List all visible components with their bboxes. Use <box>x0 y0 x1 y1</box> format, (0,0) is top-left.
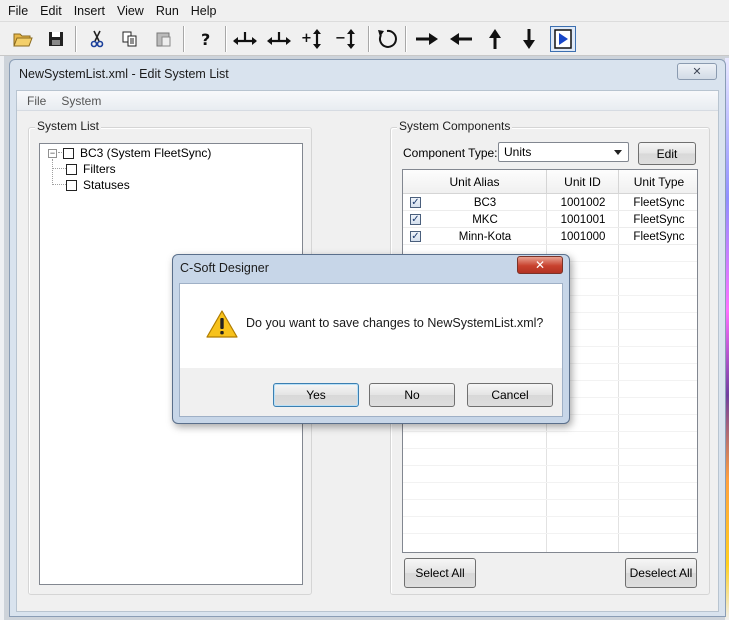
system-list-label: System List <box>35 119 102 133</box>
arrow-down-icon[interactable] <box>516 26 542 52</box>
menu-insert[interactable]: Insert <box>70 4 113 18</box>
svg-text:+: + <box>301 31 312 46</box>
cell-unit-id: 1001000 <box>560 230 606 243</box>
tree-node-root[interactable]: − BC3 (System FleetSync) <box>48 145 211 161</box>
no-button[interactable]: No <box>369 383 455 407</box>
dialog-message: Do you want to save changes to NewSystem… <box>246 316 544 330</box>
collapse-icon[interactable]: − <box>48 148 57 158</box>
edit-window-close-button[interactable]: ✕ <box>677 63 717 80</box>
svg-text:?: ? <box>201 30 210 48</box>
cell-unit-type: FleetSync <box>633 196 685 209</box>
table-row[interactable]: ✓ Minn-Kota 1001000 FleetSync <box>403 228 697 245</box>
edit-window-menubar: File System <box>17 91 718 111</box>
menu-run[interactable]: Run <box>152 4 187 18</box>
tree-node-label: BC3 (System FleetSync) <box>80 146 212 160</box>
expand-horizontal-icon[interactable] <box>232 26 258 52</box>
cut-scissors-icon[interactable] <box>84 26 110 52</box>
paste-icon[interactable] <box>151 26 177 52</box>
expand-vertical-icon[interactable]: + <box>301 26 327 52</box>
main-menubar: File Edit Insert View Run Help <box>0 0 729 22</box>
tree-node-label: Filters <box>83 162 116 176</box>
shrink-horizontal-icon[interactable] <box>266 26 292 52</box>
help-question-icon[interactable]: ? <box>192 26 218 52</box>
tree-node-statuses[interactable]: Statuses <box>66 177 130 193</box>
deselect-all-button[interactable]: Deselect All <box>625 558 697 588</box>
warning-icon <box>206 310 238 338</box>
menu-help[interactable]: Help <box>187 4 225 18</box>
tree-node-checkbox[interactable] <box>63 147 74 159</box>
table-row[interactable]: ✓ MKC 1001001 FleetSync <box>403 211 697 228</box>
edit-button[interactable]: Edit <box>638 142 696 165</box>
cell-unit-type: FleetSync <box>633 213 685 226</box>
chevron-down-icon <box>614 150 622 155</box>
column-header-unit-id[interactable]: Unit ID <box>547 170 619 194</box>
arrow-left-icon[interactable] <box>448 26 474 52</box>
component-type-select[interactable]: Units <box>498 142 629 162</box>
edit-menu-system[interactable]: System <box>53 94 108 108</box>
table-row[interactable]: ✓ BC3 1001002 FleetSync <box>403 194 697 211</box>
close-icon: ✕ <box>692 66 702 78</box>
shrink-vertical-icon[interactable]: − <box>335 26 361 52</box>
arrow-up-icon[interactable] <box>482 26 508 52</box>
cell-unit-type: FleetSync <box>633 230 685 243</box>
dialog-title: C-Soft Designer <box>180 261 269 275</box>
row-checkbox[interactable]: ✓ <box>410 214 421 225</box>
column-header-unit-alias[interactable]: Unit Alias <box>403 170 547 194</box>
component-type-label: Component Type: <box>403 146 498 160</box>
arrow-right-icon[interactable] <box>414 26 440 52</box>
svg-text:−: − <box>335 31 346 46</box>
save-changes-dialog: C-Soft Designer ✕ Do you want to save ch… <box>172 254 570 424</box>
cell-unit-alias: MKC <box>472 213 498 226</box>
cancel-button[interactable]: Cancel <box>467 383 553 407</box>
dialog-message-area: Do you want to save changes to NewSystem… <box>180 284 562 368</box>
edit-menu-file[interactable]: File <box>19 94 53 108</box>
yes-button[interactable]: Yes <box>273 383 359 407</box>
tree-node-checkbox[interactable] <box>66 179 77 191</box>
cell-unit-alias: Minn-Kota <box>458 230 512 243</box>
copy-icon[interactable] <box>117 26 143 52</box>
rotate-icon[interactable] <box>374 26 400 52</box>
menu-file[interactable]: File <box>4 4 36 18</box>
tree-node-filters[interactable]: Filters <box>66 161 116 177</box>
dialog-body: Do you want to save changes to NewSystem… <box>179 283 563 417</box>
edit-window-title: NewSystemList.xml - Edit System List <box>19 67 229 81</box>
tree-node-checkbox[interactable] <box>66 163 77 175</box>
component-type-value: Units <box>504 145 532 159</box>
cell-unit-id: 1001002 <box>560 196 606 209</box>
row-checkbox[interactable]: ✓ <box>410 197 421 208</box>
menu-edit[interactable]: Edit <box>36 4 70 18</box>
close-icon: ✕ <box>534 258 546 272</box>
select-all-button[interactable]: Select All <box>404 558 476 588</box>
system-components-label: System Components <box>397 119 513 133</box>
play-run-icon[interactable] <box>550 26 576 52</box>
save-disk-icon[interactable] <box>43 26 69 52</box>
tree-node-label: Statuses <box>83 178 130 192</box>
cell-unit-id: 1001001 <box>560 213 606 226</box>
main-toolbar: ? + − <box>0 22 729 56</box>
row-checkbox[interactable]: ✓ <box>410 231 421 242</box>
open-folder-icon[interactable] <box>10 26 36 52</box>
dialog-close-button[interactable]: ✕ <box>517 256 563 274</box>
menu-view[interactable]: View <box>113 4 152 18</box>
column-header-unit-type[interactable]: Unit Type <box>619 170 697 194</box>
cell-unit-alias: BC3 <box>473 196 497 209</box>
